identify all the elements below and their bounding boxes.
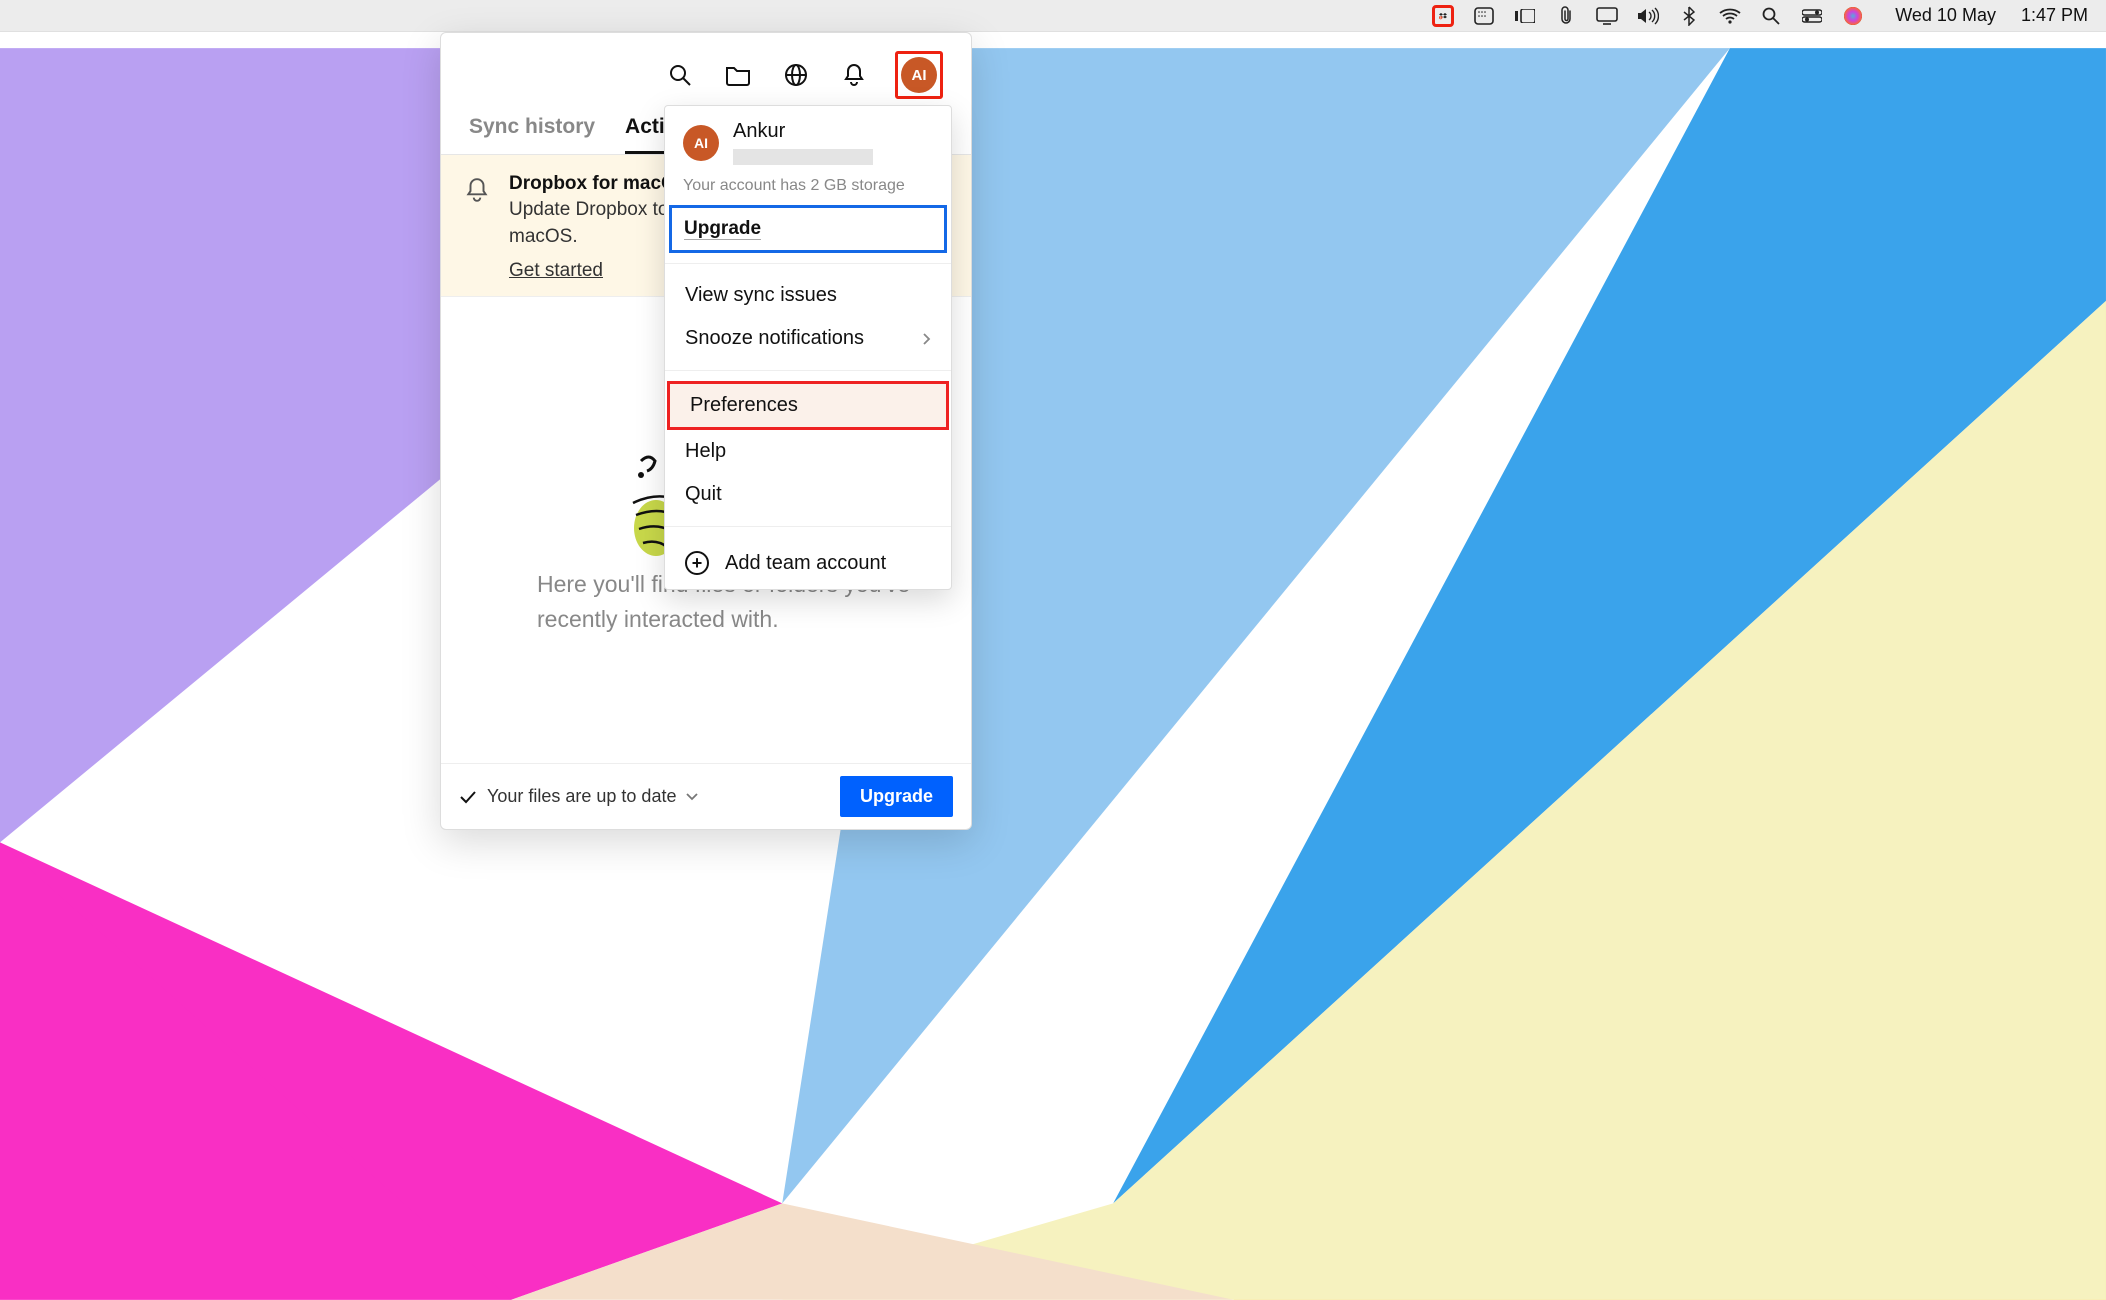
menu-add-team-account[interactable]: + Add team account [665, 537, 951, 589]
account-menu: AI Ankur Your account has 2 GB storage U… [664, 105, 952, 590]
menu-divider [665, 263, 951, 264]
check-icon [459, 790, 477, 804]
bell-icon[interactable] [837, 58, 871, 92]
menu-help[interactable]: Help [665, 430, 951, 473]
layout-icon[interactable] [1514, 5, 1536, 27]
menu-user-name: Ankur [733, 120, 873, 143]
menu-snooze-notifications[interactable]: Snooze notifications [665, 317, 951, 360]
bluetooth-icon[interactable] [1678, 5, 1700, 27]
display-icon[interactable] [1596, 5, 1618, 27]
tab-sync-history[interactable]: Sync history [469, 115, 595, 154]
avatar-initials: AI [901, 57, 937, 93]
menu-storage-text: Your account has 2 GB storage [665, 171, 951, 205]
desktop-wallpaper [0, 0, 2106, 1300]
sync-status-text: Your files are up to date [487, 786, 676, 807]
spotlight-icon[interactable] [1760, 5, 1782, 27]
menu-header: AI Ankur [665, 106, 951, 171]
plus-circle-icon: + [685, 551, 709, 575]
chevron-right-icon [923, 333, 931, 345]
panel-toolbar: AI [441, 33, 971, 107]
menubar-date[interactable]: Wed 10 May [1895, 5, 1996, 26]
menu-view-sync-issues[interactable]: View sync issues [665, 274, 951, 317]
sync-status[interactable]: Your files are up to date [459, 786, 698, 807]
macos-menubar: 1 Wed 10 May [0, 0, 2106, 32]
paperclip-icon[interactable] [1555, 5, 1577, 27]
menubar-time[interactable]: 1:47 PM [2021, 5, 2088, 26]
chevron-down-icon [686, 793, 698, 801]
menu-quit[interactable]: Quit [665, 473, 951, 516]
menu-preferences[interactable]: Preferences [667, 381, 949, 430]
stage-manager-icon[interactable] [1473, 5, 1495, 27]
siri-icon[interactable] [1842, 5, 1864, 27]
folder-icon[interactable] [721, 58, 755, 92]
menu-avatar: AI [683, 125, 719, 161]
notice-bell-icon [465, 177, 489, 203]
menu-upgrade-link[interactable]: Upgrade [669, 205, 947, 253]
dropbox-menubar-icon[interactable]: 1 [1432, 5, 1454, 27]
menu-user-email-redacted [733, 149, 873, 165]
wifi-icon[interactable] [1719, 5, 1741, 27]
volume-icon[interactable] [1637, 5, 1659, 27]
search-icon[interactable] [663, 58, 697, 92]
globe-icon[interactable] [779, 58, 813, 92]
avatar-button[interactable]: AI [895, 51, 943, 99]
upgrade-button[interactable]: Upgrade [840, 776, 953, 817]
menu-divider [665, 526, 951, 527]
menu-divider [665, 370, 951, 371]
notice-get-started-link[interactable]: Get started [509, 260, 603, 282]
panel-footer: Your files are up to date Upgrade [441, 763, 971, 829]
control-center-icon[interactable] [1801, 5, 1823, 27]
